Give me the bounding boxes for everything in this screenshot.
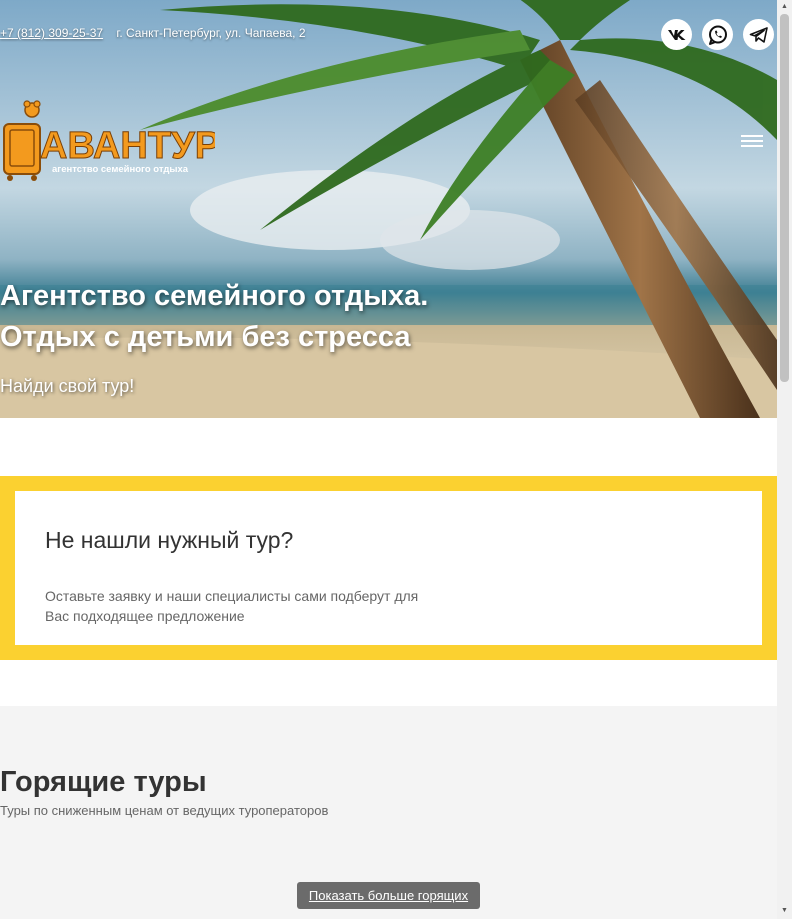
request-section: Не нашли нужный тур? Оставьте заявку и н…: [0, 476, 777, 660]
menu-icon-bar: [741, 135, 763, 137]
scrollbar-thumb[interactable]: [780, 14, 789, 382]
contact-bar: +7 (812) 309-25-37 г. Санкт-Петербург, у…: [0, 26, 306, 40]
request-card: Не нашли нужный тур? Оставьте заявку и н…: [15, 491, 762, 645]
logo-image: АВАНТУР агентство семейного отдыха: [3, 100, 221, 181]
menu-burger-button[interactable]: [741, 135, 763, 151]
phone-link[interactable]: +7 (812) 309-25-37: [0, 26, 103, 40]
request-text: Оставьте заявку и наши специалисты сами …: [45, 588, 419, 624]
hero-subtitle: Найди свой тур!: [0, 376, 135, 396]
telegram-icon: [749, 26, 768, 43]
vk-link[interactable]: [661, 19, 692, 50]
vk-icon: [667, 29, 685, 40]
show-more-hot-tours-button[interactable]: Показать больше горящих: [297, 882, 480, 909]
hot-tours-title: Горящие туры: [0, 766, 207, 798]
logo-wordmark: АВАНТУР: [40, 125, 215, 167]
whatsapp-link[interactable]: [702, 19, 733, 50]
site-logo[interactable]: АВАНТУР агентство семейного отдыха: [0, 100, 221, 182]
scroll-up-arrow-icon[interactable]: ▲: [780, 2, 789, 11]
telegram-link[interactable]: [743, 19, 774, 50]
hot-tours-section: Горящие туры Туры по сниженным ценам от …: [0, 706, 777, 919]
page: +7 (812) 309-25-37 г. Санкт-Петербург, у…: [0, 0, 777, 919]
hero-title: Агентство семейного отдыха. Отдых с деть…: [0, 280, 429, 353]
address-text: г. Санкт-Петербург, ул. Чапаева, 2: [116, 26, 306, 40]
hot-tours-description: Туры по сниженным ценам от ведущих туроп…: [0, 803, 329, 818]
hero-banner: +7 (812) 309-25-37 г. Санкт-Петербург, у…: [0, 0, 777, 418]
request-title: Не нашли нужный тур?: [45, 527, 294, 553]
scroll-down-arrow-icon[interactable]: ▼: [780, 906, 789, 915]
menu-icon-bar: [741, 145, 763, 147]
whatsapp-icon: [708, 25, 727, 45]
menu-icon-bar: [741, 140, 763, 142]
vertical-scrollbar[interactable]: ▲ ▼: [777, 0, 792, 919]
logo-tagline: агентство семейного отдыха: [52, 164, 189, 175]
